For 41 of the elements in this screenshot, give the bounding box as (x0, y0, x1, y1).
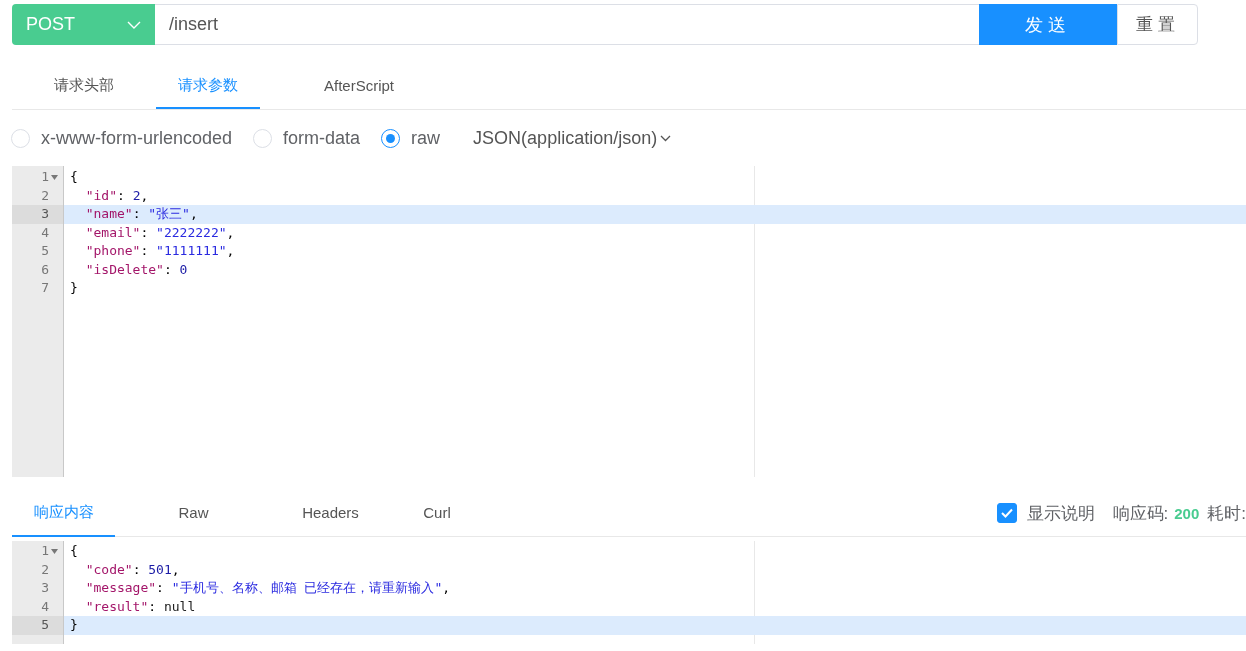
code-line: "code": 501, (84, 560, 181, 579)
url-field[interactable]: /insert (155, 4, 979, 45)
line-number: 1 (40, 542, 49, 560)
tab[interactable]: AfterScript (260, 63, 458, 109)
code-line: "id": 2, (84, 186, 150, 205)
line-number: 4 (40, 223, 49, 242)
code-line: "result": null (84, 597, 197, 616)
line-number: 1 (40, 168, 49, 186)
code-line: "phone": "1111111", (84, 242, 236, 260)
tab[interactable]: Raw (115, 490, 272, 537)
line-number: 4 (40, 597, 49, 616)
checkbox[interactable] (996, 503, 1017, 523)
reset-button[interactable]: 重置 (1117, 4, 1198, 45)
line-number: 3 (40, 579, 49, 597)
code-line: "isDelete": 0 (84, 260, 189, 279)
line-number: 7 (40, 279, 49, 297)
tab[interactable]: 请求头部 (12, 63, 156, 109)
caret-icon (660, 134, 672, 142)
code-line: "email": "2222222", (84, 223, 236, 242)
line-number: 2 (40, 186, 49, 205)
code-line: { (69, 168, 79, 186)
radio-label[interactable]: form-data (283, 127, 361, 149)
fold-arrow-icon[interactable] (51, 548, 58, 554)
line-number: 6 (40, 260, 49, 279)
line-number: 5 (40, 242, 49, 260)
code-line: } (69, 279, 79, 297)
check-icon (1000, 508, 1013, 518)
checkbox-label[interactable]: 显示说明 (1026, 501, 1095, 525)
caret-icon (127, 20, 141, 29)
status-code-value: 200 (1174, 504, 1200, 522)
radio-label[interactable]: x-www-form-urlencoded (41, 127, 233, 149)
line-number: 2 (40, 560, 49, 579)
elapsed-time-label: 耗时: (1207, 502, 1246, 525)
tab[interactable]: Headers (272, 490, 389, 537)
code-line: "message": "手机号、名称、邮箱 已经存在，请重新输入", (84, 579, 452, 597)
radio-label[interactable]: raw (411, 127, 441, 149)
fold-arrow-icon[interactable] (51, 174, 58, 180)
tab[interactable]: Curl (389, 490, 485, 537)
content-type-select[interactable]: JSON(application/json) (473, 127, 672, 149)
status-code-label: 响应码: (1112, 502, 1169, 525)
code-line: { (69, 542, 79, 560)
